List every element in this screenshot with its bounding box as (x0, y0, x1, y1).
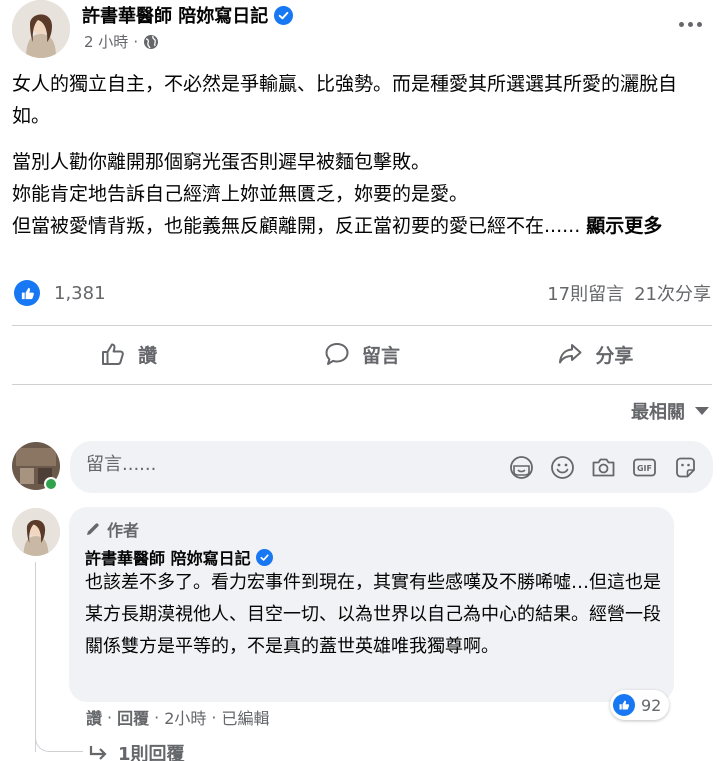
share-arrow-icon (559, 344, 582, 364)
author-photo (12, 0, 70, 58)
share-button[interactable]: 分享 (479, 332, 712, 376)
sticker-icon[interactable] (672, 454, 699, 481)
post-line-3: 妳能肯定地告訴自己經濟上妳並無匱乏，妳要的是愛。 (12, 183, 469, 205)
comment-like-button[interactable]: 讚 (86, 705, 102, 729)
author-tag: 作者 (85, 517, 139, 541)
post-stats: 1,381 17則留言 21次分享 (14, 276, 711, 310)
caret-down-icon (695, 407, 709, 415)
avatar-sticker-icon[interactable] (508, 454, 535, 481)
sort-label: 最相關 (631, 402, 685, 423)
like-reaction-icon[interactable] (14, 280, 40, 306)
comment-reply-button[interactable]: 回覆 (117, 705, 149, 729)
verified-badge-icon (255, 548, 273, 566)
emoji-icon[interactable] (549, 454, 576, 481)
comment-bubble: 作者 許書華醫師 陪妳寫日記 也該差不多了。看力宏事件到現在，其實有些感嘆及不勝… (69, 507, 674, 702)
reply-arrow-icon (89, 746, 107, 760)
share-count[interactable]: 21次分享 (634, 280, 711, 306)
online-status-dot (44, 477, 58, 491)
see-more-link[interactable]: 顯示更多 (586, 215, 662, 237)
comment-count[interactable]: 17則留言 (547, 280, 624, 306)
comment-author-photo (12, 508, 60, 556)
comment-edited[interactable]: 已編輯 (222, 705, 270, 729)
comment-author-line: 許書華醫師 陪妳寫日記 (85, 545, 273, 569)
view-replies-label: 1則回覆 (118, 744, 185, 761)
comment-label: 留言 (361, 344, 400, 367)
gif-icon[interactable]: GIF (631, 454, 658, 481)
post-time[interactable]: 2 小時 (84, 31, 128, 52)
like-label: 讚 (138, 344, 158, 367)
post-line-4-text: 但當被愛情背叛，也能義無反顧離開，反正當初要的愛已經不在...... (12, 215, 581, 237)
post-line-4: 但當被愛情背叛，也能義無反顧離開，反正當初要的愛已經不在...... 顯示更多 (12, 210, 712, 242)
globe-icon[interactable] (143, 34, 159, 50)
author-tag-label: 作者 (107, 521, 140, 540)
comment-input[interactable] (86, 454, 466, 475)
svg-text:GIF: GIF (637, 464, 652, 473)
like-count[interactable]: 1,381 (54, 283, 106, 304)
thumbs-up-icon (102, 343, 124, 365)
comment-button[interactable]: 留言 (245, 332, 478, 376)
post-header: 許書華醫師 陪妳寫日記 2 小時 · (12, 0, 712, 60)
post-actions: 讚 留言 分享 (12, 332, 712, 376)
author-line: 許書華醫師 陪妳寫日記 (82, 2, 294, 28)
like-button[interactable]: 讚 (12, 332, 245, 376)
camera-icon[interactable] (590, 454, 617, 481)
composer-icons: GIF (508, 454, 699, 481)
thread-curve (35, 722, 83, 752)
comment-sort-dropdown[interactable]: 最相關 (631, 398, 709, 424)
post-body: 女人的獨立自主，不必然是爭輸贏、比強勢。而是種愛其所選選其所愛的灑脫自如。 當別… (12, 68, 712, 242)
comment-author-avatar[interactable] (12, 508, 60, 556)
stats-right: 17則留言 21次分享 (547, 280, 711, 306)
verified-badge-icon (274, 5, 294, 25)
comment-sep-3: · (211, 707, 217, 727)
comment-sep-2: · (154, 707, 160, 727)
author-name[interactable]: 許書華醫師 陪妳寫日記 (82, 2, 268, 28)
post-paragraph-1: 女人的獨立自主，不必然是爭輸贏、比強勢。而是種愛其所選選其所愛的灑脫自如。 (12, 73, 678, 127)
comment-reactions[interactable]: 92 (610, 690, 670, 720)
comment-like-count: 92 (641, 695, 662, 715)
comment-text: 也該差不多了。看力宏事件到現在，其實有些感嘆及不勝唏噓…但這也是某方長期漠視他人… (85, 572, 661, 657)
comment-bubble-icon (325, 343, 349, 365)
more-options-icon[interactable] (676, 14, 704, 34)
like-reaction-icon (613, 694, 635, 716)
comment-composer: GIF (70, 441, 713, 493)
comment-author-name[interactable]: 許書華醫師 陪妳寫日記 (85, 545, 251, 569)
comment-sep-1: · (107, 707, 113, 727)
share-label: 分享 (595, 344, 634, 367)
comment-actions: 讚 · 回覆 · 2小時 · 已編輯 (86, 705, 270, 729)
post-line-2: 當別人勸你離開那個窮光蛋否則遲早被麵包擊敗。 (12, 151, 431, 173)
stats-divider (12, 325, 712, 326)
pencil-icon (87, 523, 99, 535)
actions-divider (12, 384, 712, 385)
author-avatar[interactable] (12, 0, 70, 58)
view-replies-link[interactable]: 1則回覆 (88, 740, 185, 761)
comment-time[interactable]: 2小時 (164, 705, 206, 729)
post-meta: 2 小時 · (84, 31, 159, 52)
meta-separator: · (133, 32, 139, 51)
